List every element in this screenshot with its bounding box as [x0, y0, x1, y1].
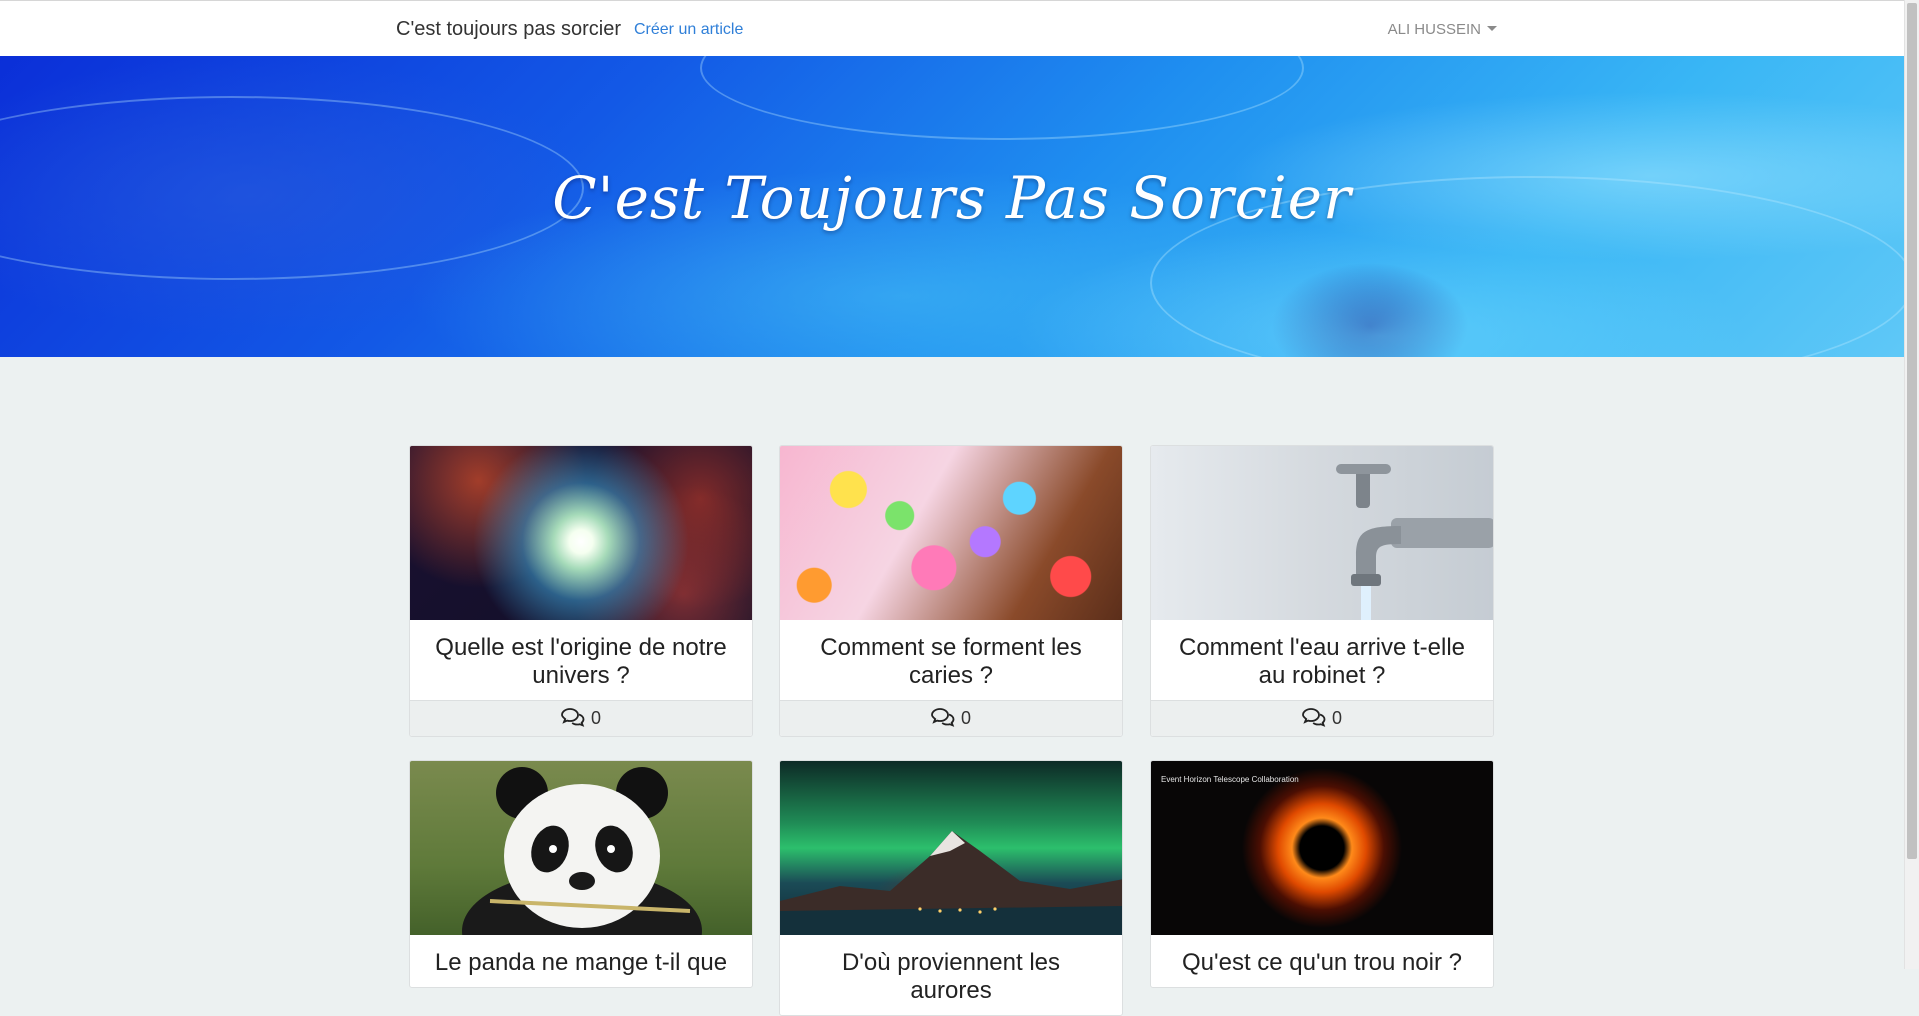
- article-title[interactable]: D'où proviennent les aurores: [780, 935, 1122, 1015]
- user-dropdown[interactable]: ALI HUSSEIN: [1388, 21, 1497, 38]
- article-image-panda[interactable]: [410, 761, 752, 935]
- panda-icon: [462, 767, 702, 935]
- article-card[interactable]: Comment se forment les caries ? 0: [779, 445, 1123, 737]
- article-title[interactable]: Quelle est l'origine de notre univers ?: [410, 620, 752, 700]
- card-footer: 0: [780, 700, 1122, 736]
- card-footer: 0: [1151, 700, 1493, 736]
- comments-icon: [1302, 704, 1326, 736]
- article-card[interactable]: Comment l'eau arrive t-elle au robinet ?…: [1150, 445, 1494, 737]
- article-image-water-tap[interactable]: [1151, 446, 1493, 620]
- article-title[interactable]: Comment l'eau arrive t-elle au robinet ?: [1151, 620, 1493, 700]
- article-title[interactable]: Le panda ne mange t-il que: [410, 935, 752, 987]
- brand-link[interactable]: C'est toujours pas sorcier: [396, 18, 621, 41]
- hero-title: C'est Toujours Pas Sorcier: [552, 164, 1352, 232]
- scrollbar-thumb[interactable]: [1907, 3, 1917, 859]
- article-card[interactable]: Event Horizon Telescope Collaboration Qu…: [1150, 760, 1494, 988]
- comment-count: 0: [590, 708, 601, 728]
- article-image-black-hole[interactable]: Event Horizon Telescope Collaboration: [1151, 761, 1493, 935]
- image-caption: Event Horizon Telescope Collaboration: [1161, 775, 1299, 784]
- hero-texture: [700, 56, 1304, 140]
- user-name: ALI HUSSEIN: [1387, 21, 1481, 38]
- mountain-icon: [780, 831, 1122, 935]
- page-scrollbar[interactable]: [1904, 0, 1919, 969]
- article-card[interactable]: D'où proviennent les aurores: [779, 760, 1123, 1016]
- create-article-link[interactable]: Créer un article: [634, 21, 743, 39]
- comments-icon: [561, 704, 585, 736]
- card-footer: 0: [410, 700, 752, 736]
- top-navbar: C'est toujours pas sorcier Créer un arti…: [0, 0, 1904, 56]
- article-title[interactable]: Qu'est ce qu'un trou noir ?: [1151, 935, 1493, 987]
- comments-icon: [931, 704, 955, 736]
- article-card[interactable]: Quelle est l'origine de notre univers ? …: [409, 445, 753, 737]
- article-image-candies[interactable]: [780, 446, 1122, 620]
- article-card[interactable]: Le panda ne mange t-il que: [409, 760, 753, 988]
- water-tap-icon: [1336, 464, 1493, 620]
- article-title[interactable]: Comment se forment les caries ?: [780, 620, 1122, 700]
- hero-banner: C'est Toujours Pas Sorcier: [0, 56, 1904, 357]
- article-image-universe[interactable]: [410, 446, 752, 620]
- article-image-aurora[interactable]: [780, 761, 1122, 935]
- caret-down-icon: [1487, 26, 1497, 31]
- comment-count: 0: [960, 708, 971, 728]
- comment-count: 0: [1331, 708, 1342, 728]
